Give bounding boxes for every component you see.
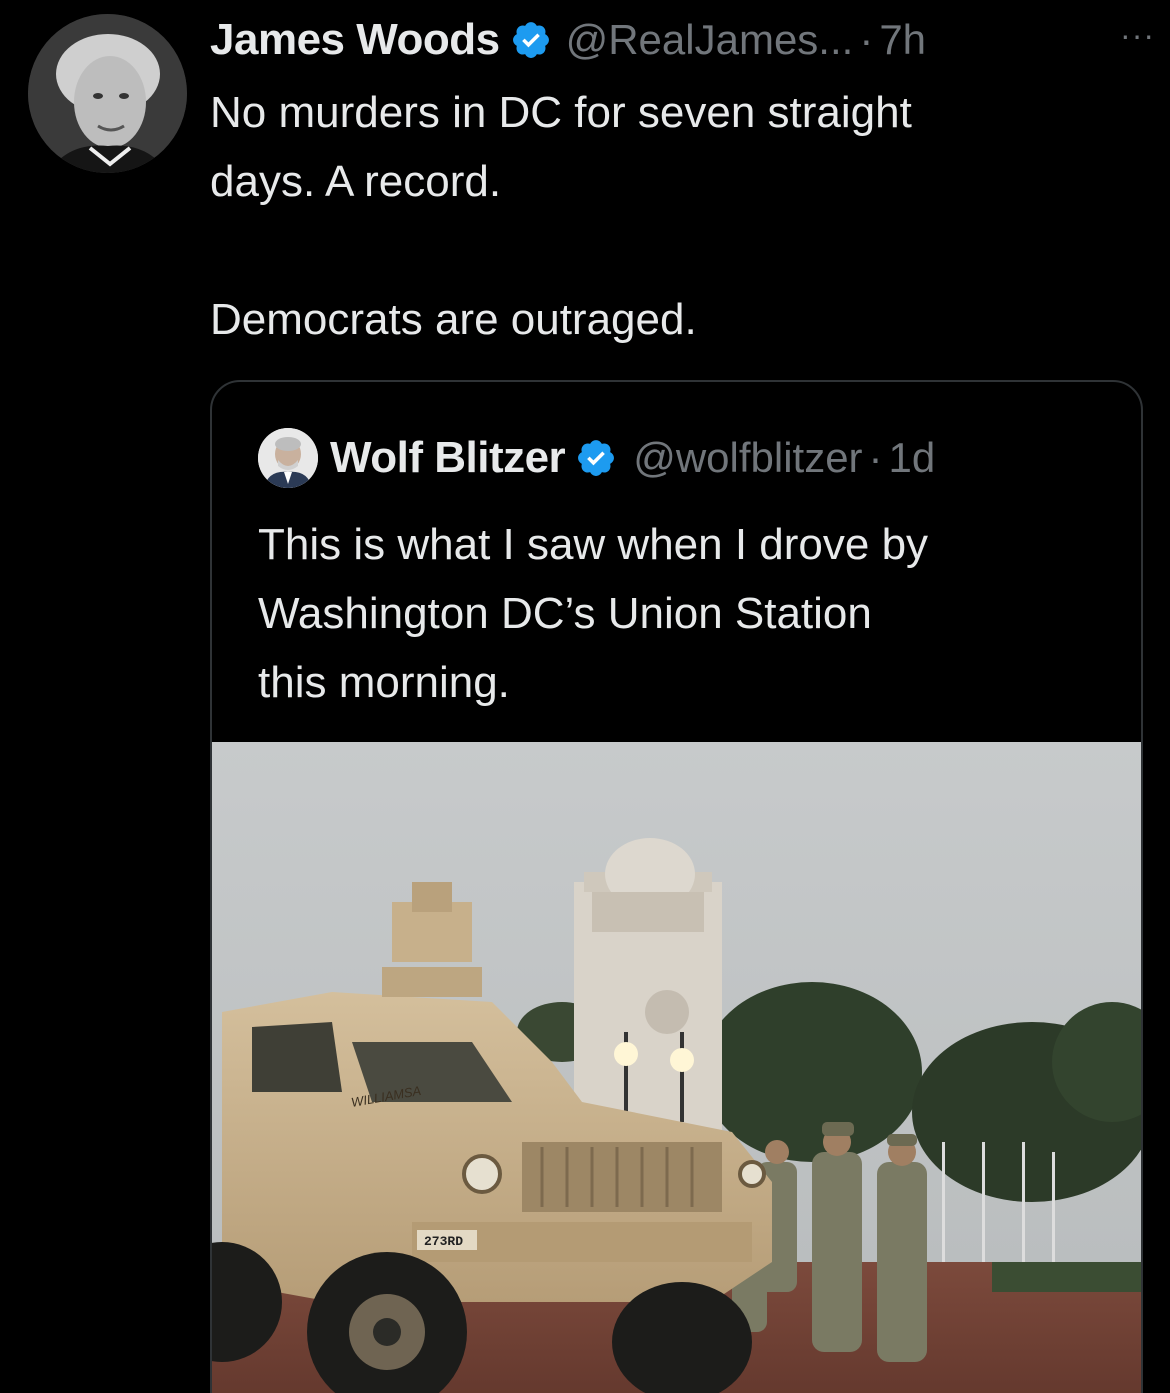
tweet-text-line: No murders in DC for seven straight <box>210 88 912 137</box>
tweet-time[interactable]: 7h <box>879 16 926 64</box>
separator-dot: · <box>868 434 883 481</box>
quote-text: This is what I saw when I drove by Washi… <box>258 510 1098 717</box>
tweet-text-line: days. A record. <box>210 157 502 206</box>
author-name[interactable]: James Woods <box>210 15 500 65</box>
quote-avatar-image <box>258 428 318 488</box>
author-avatar-image <box>28 14 187 173</box>
quote-text-line: this morning. <box>258 658 510 707</box>
tweet-text-line: Democrats are outraged. <box>210 295 697 344</box>
author-avatar[interactable] <box>28 14 187 173</box>
quote-media-photo[interactable]: 273RD WILLIAMSA <box>212 742 1141 1393</box>
quote-author-handle[interactable]: @wolfblitzer <box>633 434 862 482</box>
verified-badge-icon <box>578 440 615 476</box>
separator-dot: · <box>859 16 874 63</box>
tweet-text: No murders in DC for seven straight days… <box>210 78 1110 354</box>
quote-text-line: Washington DC’s Union Station <box>258 589 872 638</box>
quote-tweet-card[interactable]: Wolf Blitzer @wolfblitzer · 1d This is w… <box>210 380 1143 1393</box>
quote-time[interactable]: 1d <box>889 434 936 482</box>
vehicle-plate-text: 273RD <box>424 1234 463 1249</box>
verified-badge-icon <box>512 22 549 58</box>
more-options-icon[interactable]: ··· <box>1120 17 1155 64</box>
quote-author-avatar[interactable] <box>258 428 318 488</box>
author-handle[interactable]: @RealJames... <box>566 16 854 64</box>
photo-armored-vehicle-union-station: 273RD WILLIAMSA <box>212 742 1141 1393</box>
quote-text-line: This is what I saw when I drove by <box>258 520 929 569</box>
quote-header: Wolf Blitzer @wolfblitzer · 1d <box>258 428 1118 488</box>
quote-author-name[interactable]: Wolf Blitzer <box>330 433 566 483</box>
tweet-header: James Woods @RealJames... · 7h ··· <box>210 12 1155 68</box>
